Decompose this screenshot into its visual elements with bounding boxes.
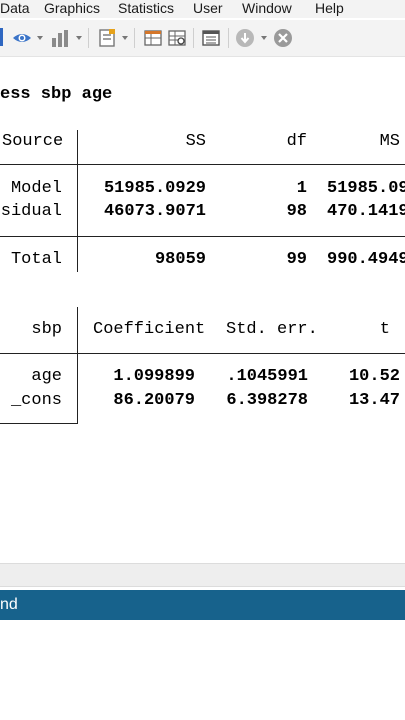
- coef-row-stderr: .1045991: [226, 367, 308, 386]
- anova-header-ms: MS: [379, 132, 400, 151]
- menu-help[interactable]: Help: [315, 0, 344, 17]
- anova-header-df: df: [286, 132, 307, 151]
- toolbar: [0, 20, 405, 57]
- menu-window[interactable]: Window: [242, 0, 292, 17]
- coef-row-stderr: 6.398278: [226, 391, 308, 410]
- anova-row-source: Model: [10, 179, 62, 198]
- toolbar-divider: [134, 28, 135, 48]
- menu-data[interactable]: Data: [0, 0, 30, 17]
- table-rule: [0, 236, 405, 237]
- table-rule: [0, 164, 405, 165]
- coef-row-var: _cons: [10, 391, 62, 410]
- anova-header-source: Source: [2, 132, 64, 151]
- toolbar-accent: [0, 28, 3, 46]
- anova-row-ss: 98059: [154, 250, 206, 269]
- chevron-down-icon[interactable]: [261, 36, 267, 40]
- menu-bar: Data Graphics Statistics User Window Hel…: [0, 0, 405, 18]
- menu-user[interactable]: User: [193, 0, 223, 17]
- data-browser-icon[interactable]: [167, 28, 187, 48]
- results-window: ess sbp age Source SS df MS Model 51985.…: [0, 57, 405, 563]
- coef-row-t: 13.47: [348, 391, 400, 410]
- anova-row-ms: 990.4949: [327, 250, 405, 269]
- coef-header-coefficient: Coefficient: [93, 320, 206, 339]
- coef-row-coefficient: 86.20079: [113, 391, 195, 410]
- coef-row-coefficient: 1.099899: [113, 367, 195, 386]
- coef-row-var: age: [31, 367, 62, 386]
- anova-row-df: 1: [296, 179, 307, 198]
- break-icon[interactable]: [273, 28, 293, 48]
- menu-graphics[interactable]: Graphics: [44, 0, 100, 17]
- bar-chart-icon[interactable]: [50, 28, 70, 48]
- command-window-title: nd: [0, 596, 18, 613]
- coef-header-t: t: [379, 320, 390, 339]
- eye-icon[interactable]: [12, 28, 32, 48]
- anova-row-source: sidual: [0, 202, 62, 221]
- results-horizontal-scrollbar[interactable]: [0, 563, 405, 587]
- command-input[interactable]: [0, 620, 405, 720]
- anova-row-df: 99: [286, 250, 307, 269]
- do-file-editor-icon[interactable]: [98, 28, 118, 48]
- coef-header-stderr: Std. err.: [226, 320, 318, 339]
- anova-row-df: 98: [286, 202, 307, 221]
- variables-manager-icon[interactable]: [201, 28, 221, 48]
- toolbar-divider: [228, 28, 229, 48]
- anova-row-ms: 51985.09: [327, 179, 405, 198]
- command-echo: ess sbp age: [0, 85, 113, 104]
- anova-header-ss: SS: [185, 132, 206, 151]
- toolbar-divider: [193, 28, 194, 48]
- table-column-rule: [77, 130, 78, 272]
- menu-statistics[interactable]: Statistics: [118, 0, 174, 17]
- more-icon[interactable]: [235, 28, 255, 48]
- data-editor-icon[interactable]: [143, 28, 163, 48]
- table-rule: [0, 353, 405, 354]
- anova-row-source: Total: [10, 250, 62, 269]
- chevron-down-icon[interactable]: [37, 36, 43, 40]
- chevron-down-icon[interactable]: [76, 36, 82, 40]
- anova-row-ms: 470.1419: [327, 202, 405, 221]
- table-column-rule: [77, 307, 78, 424]
- chevron-down-icon[interactable]: [122, 36, 128, 40]
- toolbar-divider: [88, 28, 89, 48]
- anova-row-ss: 46073.9071: [103, 202, 206, 221]
- anova-row-ss: 51985.0929: [103, 179, 206, 198]
- table-rule: [0, 423, 78, 424]
- command-window-titlebar: nd: [0, 590, 405, 620]
- coef-row-t: 10.52: [348, 367, 400, 386]
- coef-header-var: sbp: [31, 320, 62, 339]
